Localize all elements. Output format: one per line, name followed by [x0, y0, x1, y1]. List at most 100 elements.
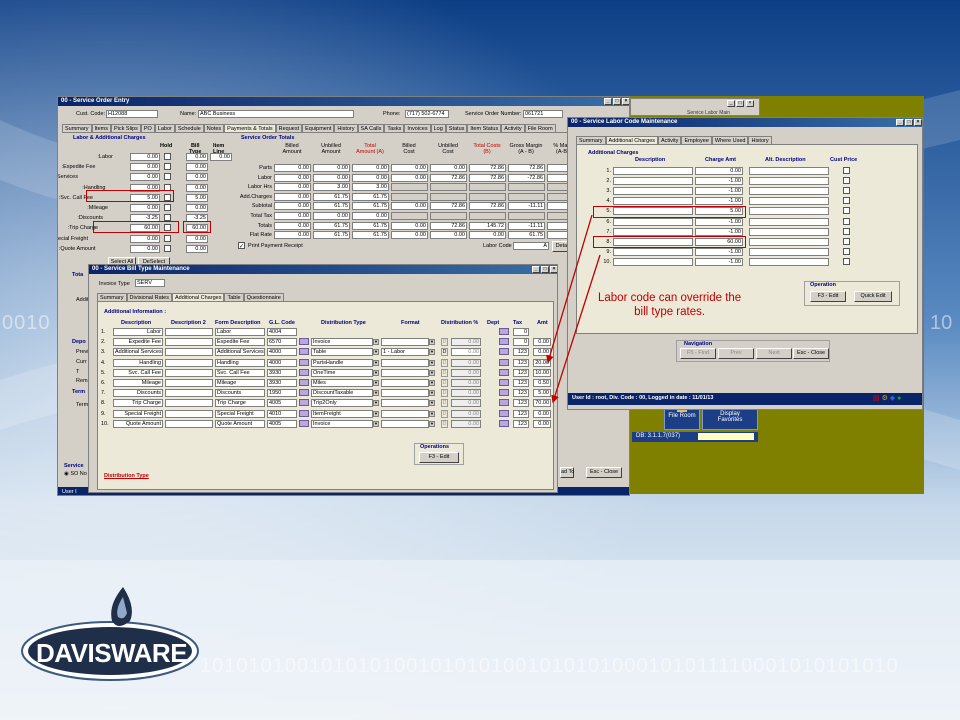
minimize-icon[interactable]: _	[727, 100, 735, 107]
bt-tax[interactable]: 123	[513, 389, 529, 398]
bt-description-2[interactable]	[165, 358, 213, 367]
bt-form-description[interactable]: Trip Charge	[215, 399, 265, 408]
dept-lookup-icon[interactable]	[499, 389, 509, 397]
lc-row-alt-description[interactable]	[749, 247, 829, 256]
tab-log[interactable]: Log	[430, 124, 446, 132]
bt-form-description[interactable]: Svc. Call Fee	[215, 368, 265, 377]
tab-notes[interactable]: Notes	[203, 124, 225, 132]
maximize-icon[interactable]: □	[905, 119, 913, 126]
bt-description[interactable]: Labor	[113, 328, 163, 336]
lc-row-charge-amt[interactable]: -1.00	[695, 257, 743, 266]
tab-labor[interactable]: Labor	[154, 124, 175, 132]
bt-distribution-type[interactable]: Invoice	[311, 338, 373, 347]
bt-description-2[interactable]	[165, 348, 213, 357]
lc-row-alt-description[interactable]	[749, 217, 829, 226]
bt-edit-button[interactable]: F3 - Edit	[419, 452, 459, 463]
bt-format[interactable]	[381, 399, 429, 408]
bt-gl-code[interactable]: 4010	[267, 409, 297, 418]
bt-form-description[interactable]: Special Freight	[215, 409, 265, 418]
lc-row-cust-price-checkbox[interactable]	[843, 187, 850, 195]
bt-distribution-type[interactable]: DiscountTaxable	[311, 389, 373, 398]
tab-status[interactable]: Status	[445, 124, 468, 132]
bt-gl-code[interactable]: 6570	[267, 338, 297, 347]
d-button[interactable]: D	[441, 409, 448, 418]
lc-row-alt-description[interactable]	[749, 177, 829, 186]
lc-close-button[interactable]: Esc - Close	[793, 348, 829, 359]
bt-description-2[interactable]	[165, 328, 213, 336]
bt-form-description[interactable]: Handling	[215, 358, 265, 367]
dropdown-arrow-icon[interactable]: ▼	[429, 390, 435, 397]
bt-description-2[interactable]	[165, 389, 213, 398]
gl-lookup-icon[interactable]	[299, 419, 309, 427]
lc-prev-button[interactable]: Prev	[718, 348, 754, 359]
d-button[interactable]: D	[441, 338, 448, 347]
lc-find-button[interactable]: F5 - Find	[680, 348, 716, 359]
close-icon[interactable]: ×	[746, 100, 754, 107]
bt-description-2[interactable]	[165, 409, 213, 418]
tab-summary[interactable]: Summary	[576, 136, 606, 144]
bt-tax[interactable]: 123	[513, 399, 529, 408]
lac-hold-checkbox[interactable]	[164, 163, 171, 171]
tab-employee[interactable]: Employee	[681, 136, 712, 144]
dept-lookup-icon[interactable]	[499, 358, 509, 366]
tab-pick-slips[interactable]: Pick Slips	[110, 124, 141, 132]
lc-quick-edit-button[interactable]: Quick Edit	[854, 291, 892, 302]
gl-lookup-icon[interactable]	[299, 379, 309, 386]
bt-description-2[interactable]	[165, 368, 213, 377]
maximize-icon[interactable]: □	[613, 98, 621, 105]
soe-close-button[interactable]: Esc - Close	[586, 467, 622, 478]
bt-gl-code[interactable]: 4005	[267, 419, 297, 428]
lc-next-button[interactable]: Next	[756, 348, 792, 359]
lc-row-alt-description[interactable]	[749, 257, 829, 266]
distribution-type-link[interactable]: Distribution Type	[104, 473, 149, 479]
lc-row-cust-price-checkbox[interactable]	[843, 247, 850, 255]
tab-schedule[interactable]: Schedule	[174, 124, 204, 132]
tab-activity[interactable]: Activity	[501, 124, 525, 132]
lc-row-alt-description[interactable]	[749, 227, 829, 236]
maximize-icon[interactable]: □	[541, 266, 549, 273]
dropdown-arrow-icon[interactable]: ▼	[429, 420, 435, 427]
tab-item-status[interactable]: Item Status	[467, 124, 502, 132]
bt-tax[interactable]: 123	[513, 368, 529, 377]
bt-tax[interactable]: 0	[513, 328, 529, 336]
lc-row-alt-description[interactable]	[749, 207, 829, 216]
bt-distribution-type[interactable]: Miles	[311, 379, 373, 387]
bt-distribution-type[interactable]: ItemFreight	[311, 409, 373, 418]
lac-hold-checkbox[interactable]	[164, 204, 171, 211]
so-number-field[interactable]: 061721	[523, 110, 563, 118]
bt-amt[interactable]: 0.50	[533, 379, 551, 387]
labor-code-field[interactable]: A	[513, 242, 549, 250]
lc-row-description[interactable]	[613, 257, 693, 266]
dept-lookup-icon[interactable]	[499, 348, 509, 356]
lac-row-value[interactable]: 0.00	[130, 244, 160, 253]
close-icon[interactable]: ×	[914, 119, 922, 126]
bt-description[interactable]: Trip Charge	[113, 399, 163, 408]
bt-format[interactable]	[381, 419, 429, 428]
dropdown-arrow-icon[interactable]: ▼	[373, 410, 379, 417]
d-button[interactable]: D	[441, 358, 448, 367]
bt-distribution-type[interactable]: Trip2Only	[311, 399, 373, 408]
lac-row-value[interactable]: 0.00	[130, 204, 160, 212]
bt-format[interactable]	[381, 368, 429, 377]
lc-row-charge-amt[interactable]: -1.00	[695, 187, 743, 196]
gl-lookup-icon[interactable]	[299, 399, 309, 407]
lc-row-description[interactable]	[613, 197, 693, 206]
lc-row-charge-amt[interactable]: -1.00	[695, 197, 743, 206]
dept-lookup-icon[interactable]	[499, 338, 509, 346]
gl-lookup-icon[interactable]	[299, 358, 309, 366]
lac-bill-type-value[interactable]: 0.00	[186, 153, 208, 161]
d-button[interactable]: D	[441, 379, 448, 387]
minimize-icon[interactable]: _	[532, 266, 540, 273]
bt-description-2[interactable]	[165, 379, 213, 387]
bt-format[interactable]	[381, 389, 429, 398]
lc-row-alt-description[interactable]	[749, 197, 829, 206]
dept-lookup-icon[interactable]	[499, 399, 509, 407]
bt-distribution-pct[interactable]: 0.00	[451, 348, 481, 357]
d-button[interactable]: D	[441, 419, 448, 428]
lc-row-alt-description[interactable]	[749, 187, 829, 196]
bt-description[interactable]: Special Freight	[113, 409, 163, 418]
bt-distribution-pct[interactable]: 0.00	[451, 358, 481, 367]
bt-distribution-type[interactable]: Table	[311, 348, 373, 357]
dept-lookup-icon[interactable]	[499, 368, 509, 376]
bt-tax[interactable]: 0	[513, 338, 529, 347]
